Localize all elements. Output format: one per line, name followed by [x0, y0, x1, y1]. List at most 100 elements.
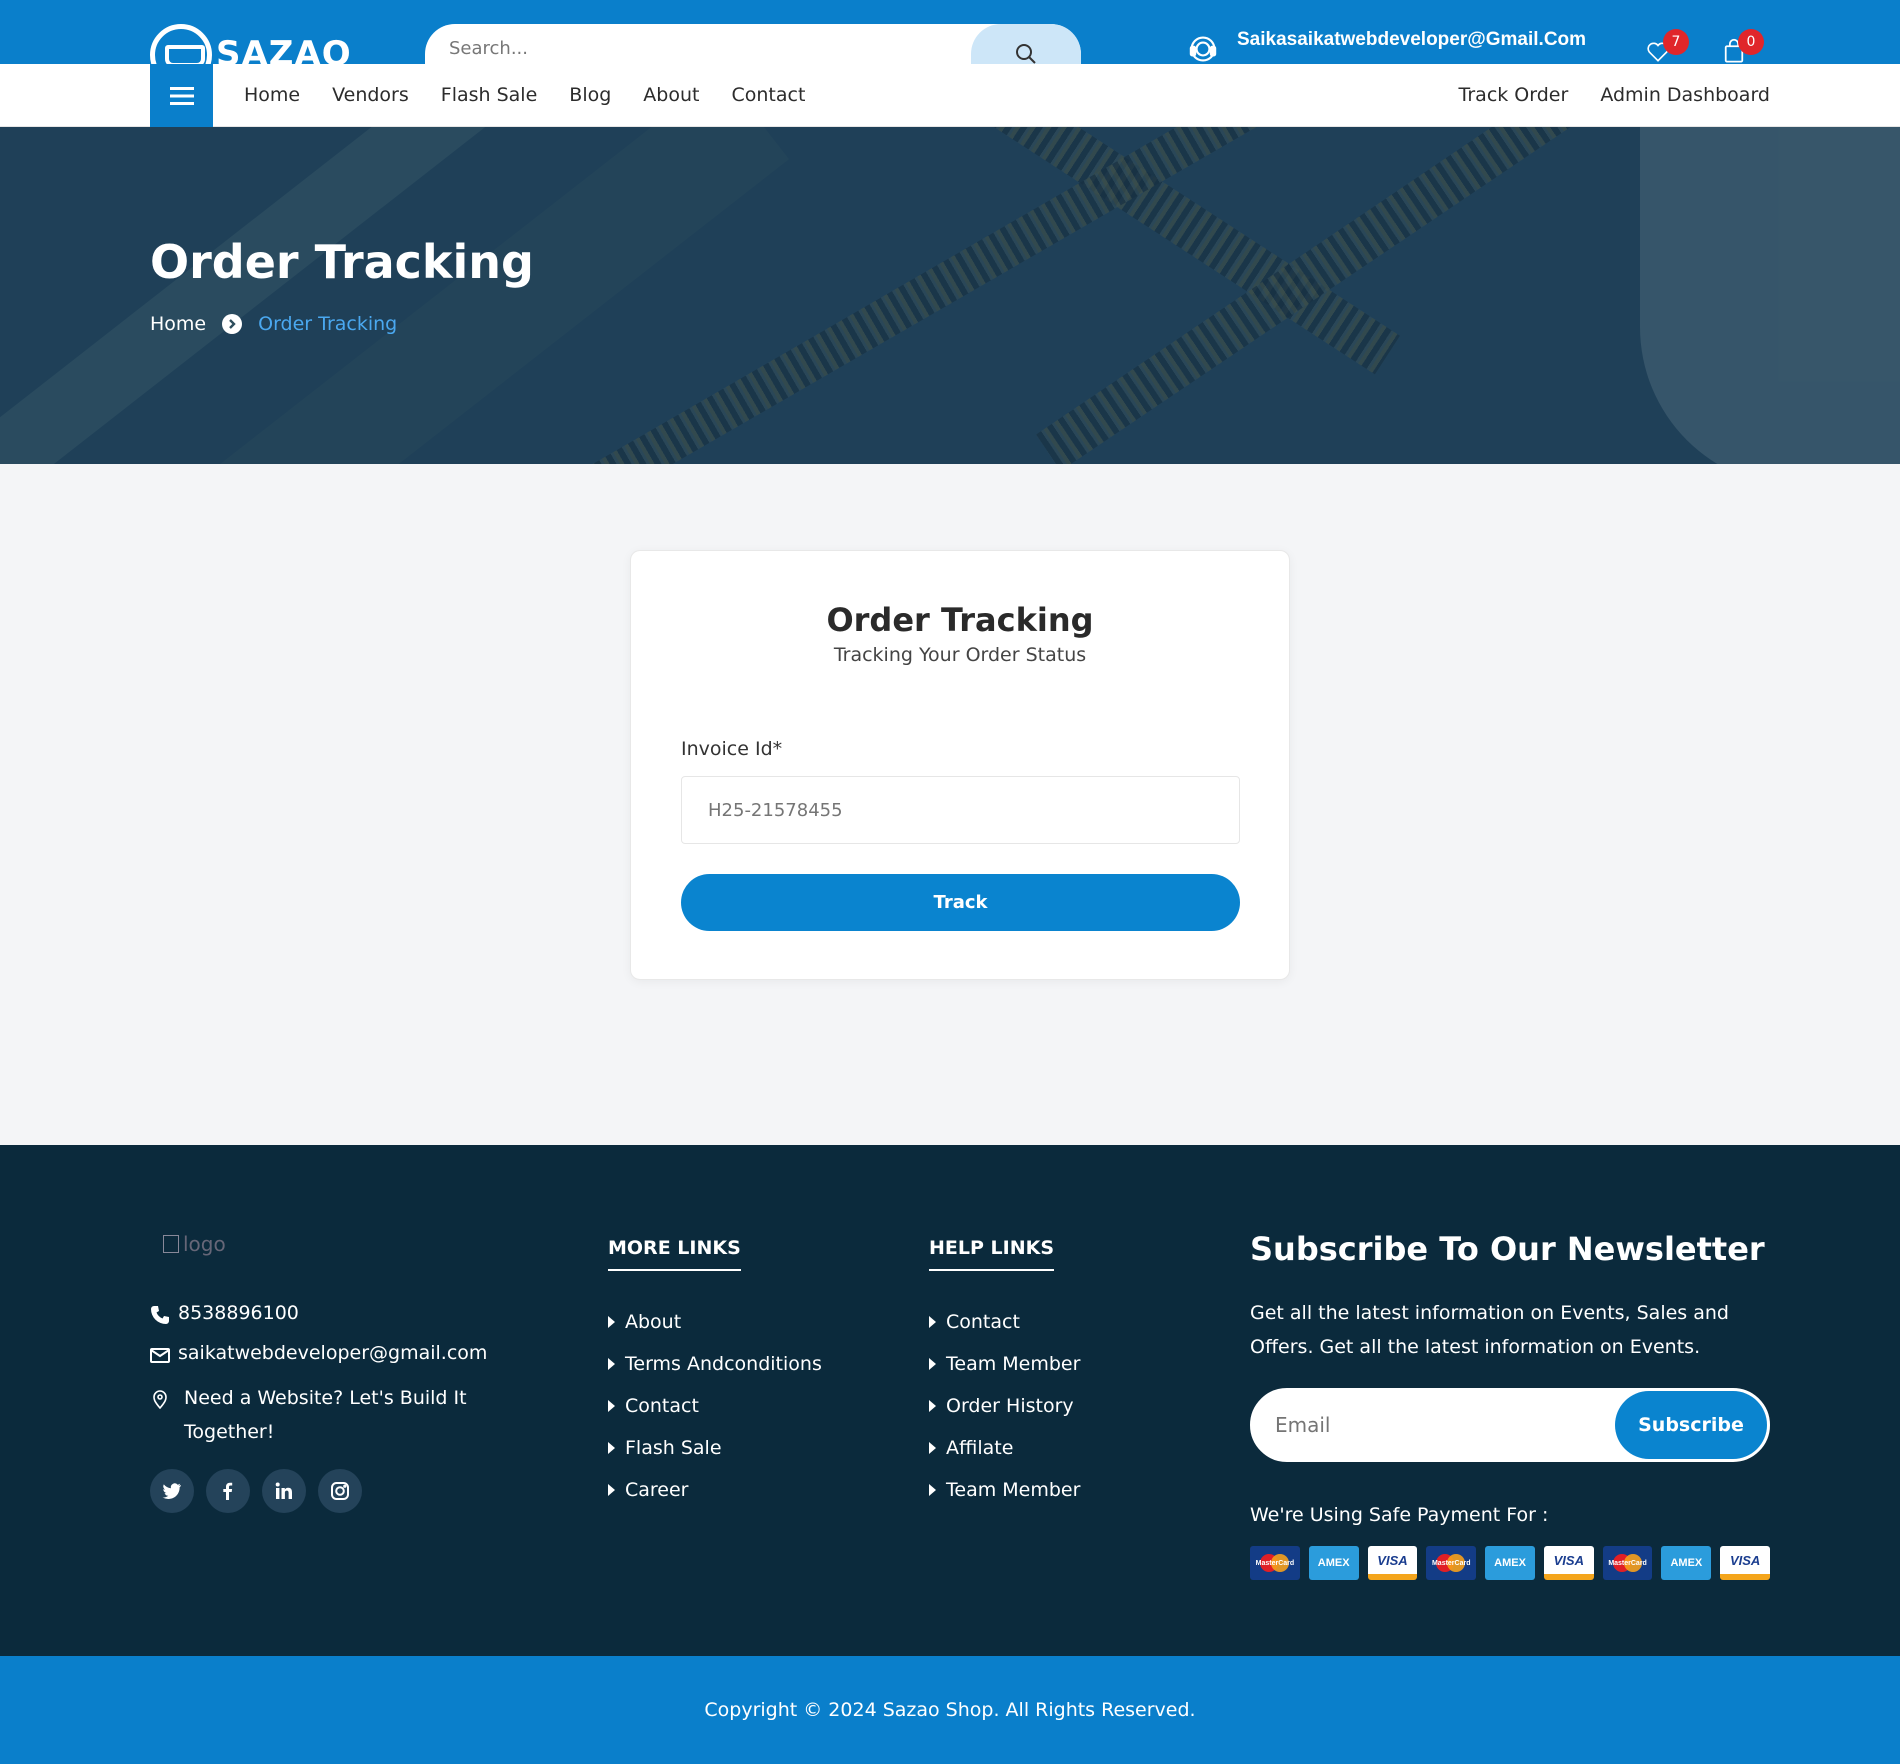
footer-link-order-history[interactable]: Order History: [929, 1385, 1080, 1427]
more-links-heading: MORE LINKS: [608, 1237, 741, 1271]
main-nav: Home Vendors Flash Sale Blog About Conta…: [0, 64, 1900, 127]
help-links-heading: HELP LINKS: [929, 1237, 1055, 1271]
footer-link-label: Affilate: [946, 1437, 1014, 1459]
footer-email[interactable]: saikatwebdeveloper@gmail.com: [150, 1342, 487, 1365]
footer-link-label: Team Member: [946, 1479, 1081, 1501]
caret-right-icon: [608, 1358, 615, 1370]
caret-right-icon: [608, 1316, 615, 1328]
brand-name: SAZAO: [216, 34, 352, 64]
footer-link-label: Contact: [946, 1311, 1020, 1333]
newsletter-email-input[interactable]: [1275, 1413, 1575, 1437]
payment-methods: MasterCard AMEX VISA MasterCard AMEX VIS…: [1250, 1546, 1771, 1580]
footer-link-affilate[interactable]: Affilate: [929, 1427, 1080, 1469]
caret-right-icon: [929, 1442, 936, 1454]
footer-logo-alt: logo: [183, 1232, 226, 1256]
tracking-subtitle: Tracking Your Order Status: [833, 644, 1087, 666]
search-button[interactable]: [971, 24, 1081, 64]
wishlist-count-badge: 7: [1663, 29, 1689, 55]
payment-label: We're Using Safe Payment For :: [1250, 1504, 1549, 1526]
footer-phone-number: 8538896100: [178, 1302, 299, 1324]
cart-count-badge: 0: [1738, 29, 1764, 55]
search-icon: [1016, 44, 1036, 64]
footer-link-label: Career: [625, 1479, 689, 1501]
footer-address-text: Need a Website? Let's Build It Together!: [184, 1387, 467, 1443]
nav-right-links: Track Order Admin Dashboard: [1459, 84, 1770, 106]
footer-link-label: Flash Sale: [625, 1437, 722, 1459]
newsletter-form: Subscribe: [1250, 1388, 1770, 1462]
caret-right-icon: [929, 1400, 936, 1412]
footer-address: Need a Website? Let's Build It Together!: [150, 1381, 484, 1449]
search-input[interactable]: [449, 38, 949, 59]
mastercard-icon: MasterCard: [1426, 1546, 1477, 1580]
nav-about[interactable]: About: [643, 84, 699, 106]
nav-blog[interactable]: Blog: [569, 84, 611, 106]
category-menu-button[interactable]: [150, 64, 213, 127]
footer-link-team-member[interactable]: Team Member: [929, 1469, 1080, 1511]
hamburger-icon: [169, 86, 194, 105]
footer-link-label: About: [625, 1311, 682, 1333]
invoice-id-input[interactable]: [681, 776, 1240, 844]
help-links-column: HELP LINKS Contact Team Member Order His…: [929, 1237, 1080, 1511]
nav-admin-dashboard[interactable]: Admin Dashboard: [1600, 84, 1770, 106]
more-links-column: MORE LINKS About Terms Andconditions Con…: [608, 1237, 822, 1511]
footer-link-label: Contact: [625, 1395, 699, 1417]
amex-icon: AMEX: [1485, 1546, 1535, 1580]
envelope-icon: [150, 1348, 170, 1363]
footer-link-career[interactable]: Career: [608, 1469, 822, 1511]
visa-icon: VISA: [1367, 1546, 1418, 1580]
twitter-icon[interactable]: [150, 1469, 194, 1513]
site-logo[interactable]: SAZAO: [150, 24, 352, 64]
caret-right-icon: [608, 1400, 615, 1412]
amex-icon: AMEX: [1661, 1546, 1712, 1580]
footer-link-label: Terms Andconditions: [625, 1353, 822, 1375]
nav-links: Home Vendors Flash Sale Blog About Conta…: [244, 84, 837, 106]
caret-right-icon: [929, 1358, 936, 1370]
amex-icon: AMEX: [1308, 1546, 1359, 1580]
caret-right-icon: [929, 1484, 936, 1496]
facebook-icon[interactable]: [206, 1469, 250, 1513]
footer-email-address: saikatwebdeveloper@gmail.com: [178, 1342, 488, 1364]
copyright-bar: Copyright © 2024 Sazao Shop. All Rights …: [0, 1656, 1900, 1764]
hero-overlay: [0, 127, 1900, 464]
newsletter-section: Subscribe To Our Newsletter Get all the …: [1250, 1230, 1771, 1580]
mastercard-icon: MasterCard: [1602, 1546, 1653, 1580]
broken-image-icon: [163, 1235, 179, 1253]
page-hero-banner: Order Tracking Home Order Tracking: [0, 127, 1900, 464]
footer-link-about[interactable]: About: [608, 1301, 822, 1343]
footer-link-flash-sale[interactable]: Flash Sale: [608, 1427, 822, 1469]
nav-flash-sale[interactable]: Flash Sale: [441, 84, 538, 106]
tracking-title: Order Tracking: [826, 601, 1094, 639]
footer-link-contact[interactable]: Contact: [929, 1301, 1080, 1343]
visa-icon: VISA: [1720, 1546, 1771, 1580]
invoice-id-label: Invoice Id*: [681, 738, 783, 760]
instagram-icon[interactable]: [318, 1469, 362, 1513]
order-tracking-card: Order Tracking Tracking Your Order Statu…: [630, 550, 1290, 980]
footer-phone[interactable]: 8538896100: [150, 1302, 299, 1325]
nav-vendors[interactable]: Vendors: [332, 84, 409, 106]
footer-link-label: Team Member: [946, 1353, 1081, 1375]
nav-home[interactable]: Home: [244, 84, 300, 106]
footer-logo[interactable]: logo: [163, 1232, 226, 1256]
footer-link-contact[interactable]: Contact: [608, 1385, 822, 1427]
footer-link-team-member[interactable]: Team Member: [929, 1343, 1080, 1385]
breadcrumb-current: Order Tracking: [258, 313, 398, 335]
track-button[interactable]: Track: [681, 874, 1240, 931]
subscribe-button[interactable]: Subscribe: [1615, 1391, 1767, 1459]
header-email[interactable]: Saikasaikatwebdeveloper@Gmail.Com: [1237, 29, 1586, 51]
breadcrumb-home-link[interactable]: Home: [150, 313, 206, 335]
site-footer: logo 8538896100 saikatwebdeveloper@gmail…: [0, 1145, 1900, 1656]
caret-right-icon: [608, 1442, 615, 1454]
basket-icon: [150, 24, 212, 64]
linkedin-icon[interactable]: [262, 1469, 306, 1513]
visa-icon: VISA: [1543, 1546, 1594, 1580]
nav-track-order[interactable]: Track Order: [1459, 84, 1569, 106]
support-headset-icon: [1189, 36, 1217, 62]
nav-contact[interactable]: Contact: [731, 84, 805, 106]
search-bar: [425, 24, 1081, 64]
social-links: [150, 1469, 362, 1513]
footer-link-terms[interactable]: Terms Andconditions: [608, 1343, 822, 1385]
newsletter-description: Get all the latest information on Events…: [1250, 1302, 1729, 1358]
page-title: Order Tracking: [150, 235, 534, 289]
copyright-text: Copyright © 2024 Sazao Shop. All Rights …: [704, 1699, 1196, 1721]
top-bar: SAZAO Saikasaikatwebdeveloper@Gmail.Com …: [0, 0, 1900, 64]
